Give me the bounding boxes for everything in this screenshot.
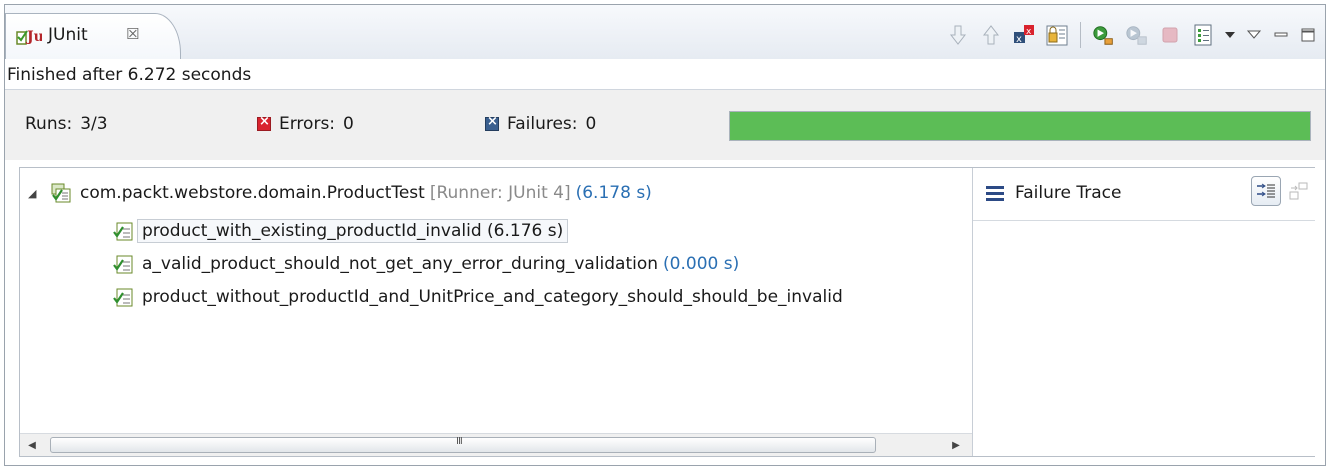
scroll-lock-icon[interactable] [1045, 23, 1069, 47]
test-time: (0.000 s) [663, 254, 740, 274]
scroll-right-icon[interactable]: ▶ [948, 437, 964, 453]
failures-label: Failures: [507, 114, 578, 134]
horizontal-scrollbar[interactable]: ◀ III ▶ [20, 433, 972, 456]
errors-label: Errors: [279, 114, 336, 134]
junit-view: Ju JUnit ☒ xx [4, 4, 1326, 466]
test-passed-icon [113, 255, 133, 274]
counter-panel: Runs: 3/3 Errors: 0 Failures: 0 [5, 90, 1325, 160]
rerun-failed-first-icon[interactable] [1125, 23, 1149, 47]
stack-trace-icon [986, 186, 1004, 201]
failure-icon [485, 114, 499, 131]
progress-fill [730, 112, 1310, 140]
errors-counter: Errors: 0 [257, 114, 354, 134]
svg-text:Ju: Ju [25, 29, 42, 45]
rerun-icon[interactable] [1092, 23, 1116, 47]
svg-text:x: x [1026, 27, 1032, 37]
test-time: (6.176 s) [487, 221, 564, 241]
test-name: product_with_existing_productId_invalid [142, 221, 482, 241]
error-icon [257, 114, 271, 131]
show-failures-only-icon[interactable]: xx [1012, 23, 1036, 47]
test-passed-icon [113, 288, 133, 307]
test-name: a_valid_product_should_not_get_any_error… [142, 254, 659, 274]
maximize-icon[interactable] [1299, 23, 1317, 47]
suite-runner: [Runner: JUnit 4] [429, 183, 571, 203]
view-toolbar: xx [946, 21, 1317, 49]
failure-trace-title: Failure Trace [1015, 183, 1122, 203]
test-row[interactable]: product_with_existing_productId_invalid … [112, 218, 569, 244]
status-line: Finished after 6.272 seconds [5, 59, 1325, 90]
runs-label: Runs: [25, 114, 73, 134]
runs-counter: Runs: 3/3 [25, 114, 108, 134]
tab-title: JUnit [48, 25, 88, 45]
runs-value: 3/3 [80, 114, 108, 134]
test-suite-icon [51, 183, 71, 203]
test-label-selected: product_with_existing_productId_invalid … [137, 219, 569, 243]
scrollbar-thumb[interactable]: III [50, 436, 876, 453]
progress-bar [729, 111, 1311, 141]
stop-icon[interactable] [1158, 23, 1182, 47]
suite-time: (6.178 s) [575, 183, 652, 203]
toolbar-separator [1080, 22, 1081, 48]
failure-trace-header: Failure Trace [973, 168, 1315, 221]
expanded-triangle-icon[interactable]: ◢ [28, 187, 44, 200]
errors-value: 0 [343, 114, 354, 134]
previous-failure-icon[interactable] [979, 23, 1003, 47]
view-menu-icon[interactable] [1245, 23, 1263, 47]
minimize-icon[interactable] [1272, 23, 1290, 47]
compare-result-icon[interactable] [1287, 180, 1309, 202]
history-icon[interactable] [1191, 23, 1215, 47]
test-row[interactable]: product_without_productId_and_UnitPrice_… [112, 284, 843, 310]
test-passed-icon [113, 222, 133, 241]
test-tree: ◢ com.packt.webstore.domain.ProductTest … [20, 168, 972, 456]
test-name: product_without_productId_and_UnitPrice_… [142, 287, 843, 307]
test-row[interactable]: a_valid_product_should_not_get_any_error… [112, 251, 739, 277]
scrollbar-grip: III [456, 436, 463, 447]
close-icon[interactable]: ☒ [126, 25, 139, 43]
svg-text:x: x [1016, 34, 1022, 45]
history-dropdown-icon[interactable] [1224, 23, 1236, 47]
failures-value: 0 [585, 114, 597, 134]
failure-trace-panel: Failure Trace [972, 168, 1315, 456]
junit-icon: Ju [16, 29, 42, 45]
status-text: Finished after 6.272 seconds [7, 65, 252, 85]
results-area: ◢ com.packt.webstore.domain.ProductTest … [19, 167, 1315, 457]
junit-tab[interactable]: Ju JUnit ☒ [5, 13, 181, 59]
suite-row[interactable]: ◢ com.packt.webstore.domain.ProductTest … [28, 180, 652, 206]
filter-stack-trace-icon[interactable] [1251, 176, 1281, 206]
next-failure-icon[interactable] [946, 23, 970, 47]
suite-name: com.packt.webstore.domain.ProductTest [80, 183, 425, 203]
scroll-left-icon[interactable]: ◀ [24, 437, 40, 453]
failures-counter: Failures: 0 [485, 114, 596, 134]
view-tab-bar: Ju JUnit ☒ xx [5, 5, 1325, 60]
